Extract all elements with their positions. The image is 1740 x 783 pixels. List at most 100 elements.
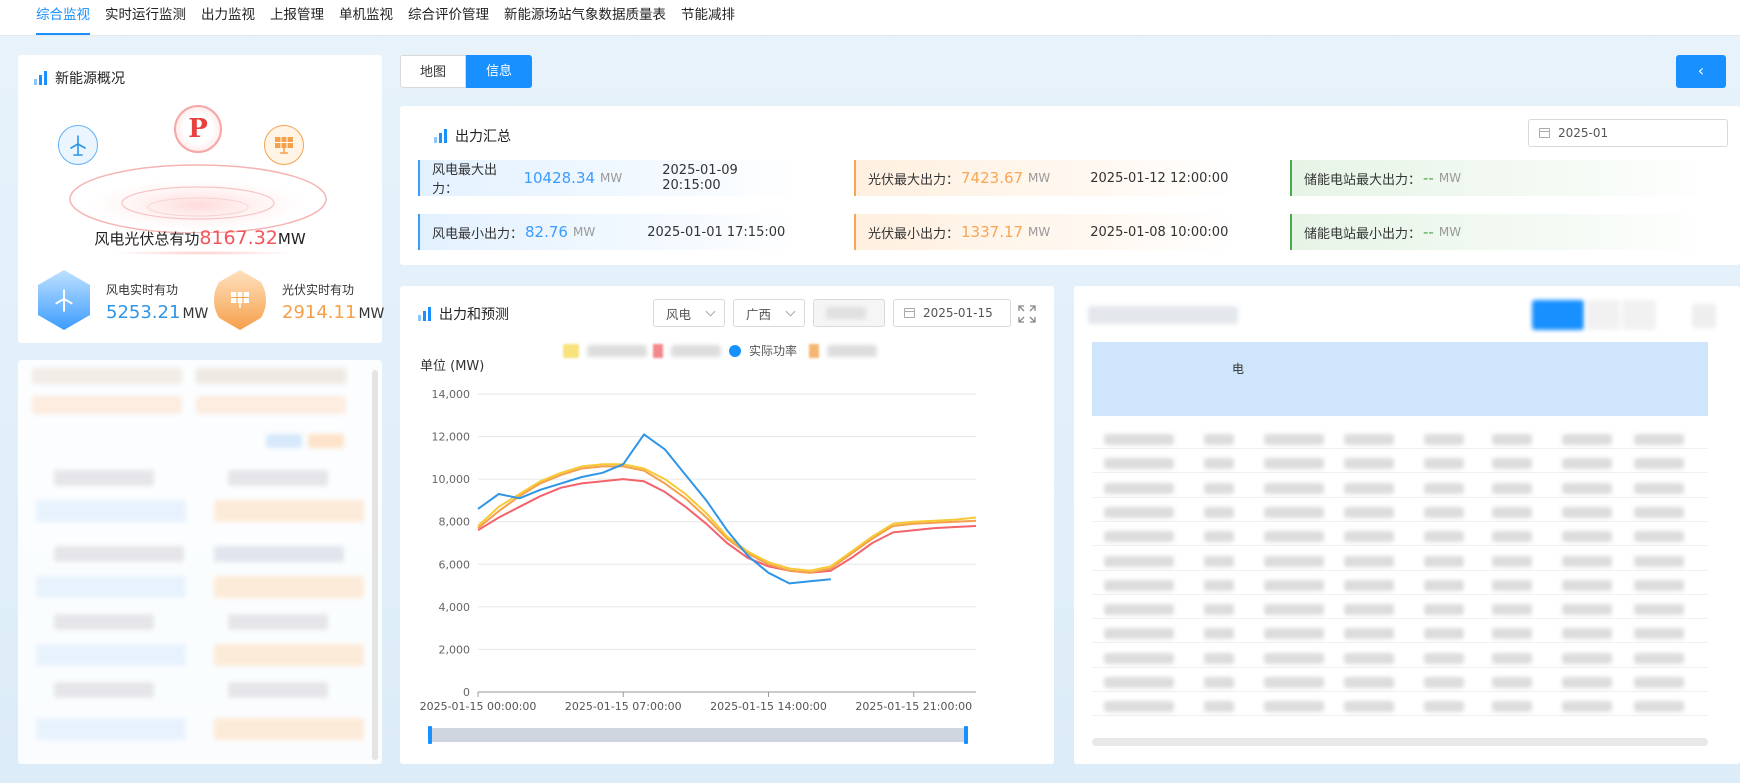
obscured-cell bbox=[1424, 482, 1464, 494]
table-row-divider bbox=[1092, 496, 1708, 498]
solar-panel-icon bbox=[264, 125, 304, 165]
obscured-cell bbox=[1344, 604, 1394, 616]
obscured-cell bbox=[1634, 701, 1684, 713]
table-row-divider bbox=[1092, 520, 1708, 522]
wind-realtime-value: 5253.21 MW bbox=[106, 302, 209, 323]
solar-realtime-value: 2914.11 MW bbox=[282, 302, 385, 323]
obscured-cell bbox=[1344, 677, 1394, 688]
obscured-cell bbox=[1492, 677, 1532, 688]
info-view-button[interactable]: 信息 bbox=[466, 55, 533, 88]
obscured-cell bbox=[1344, 531, 1394, 543]
obscured-cell bbox=[1104, 677, 1174, 688]
table-row-divider bbox=[1092, 715, 1708, 717]
nav-tab-1[interactable]: 实时运行监测 bbox=[105, 6, 186, 35]
nav-tab-4[interactable]: 单机监视 bbox=[339, 6, 393, 35]
obscured-legend bbox=[308, 434, 344, 448]
obscured-cell bbox=[1204, 555, 1234, 567]
table-row-divider bbox=[1092, 448, 1708, 449]
collapse-button[interactable]: ‹ bbox=[1676, 55, 1726, 88]
obscured-stat bbox=[32, 396, 182, 414]
obscured-cell bbox=[1204, 482, 1234, 494]
obscured-cell bbox=[1204, 652, 1234, 664]
obscured-cell bbox=[1492, 701, 1532, 713]
obscured-cell bbox=[1344, 482, 1394, 494]
obscured-cell bbox=[1634, 458, 1684, 470]
month-picker[interactable]: 2025-01 bbox=[1528, 119, 1728, 147]
obscured-stat-bar bbox=[36, 576, 186, 598]
obscured-cell bbox=[1634, 628, 1684, 640]
obscured-cell bbox=[1204, 701, 1234, 713]
obscured-station-name bbox=[54, 682, 154, 698]
obscured-stat bbox=[196, 368, 346, 384]
obscured-cell bbox=[1264, 701, 1324, 713]
obscured-cell bbox=[1344, 458, 1394, 470]
obscured-cell bbox=[1562, 701, 1612, 713]
obscured-cell bbox=[1104, 579, 1174, 591]
obscured-cell bbox=[1344, 506, 1394, 518]
obscured-cell bbox=[1104, 652, 1174, 664]
obscured-cell bbox=[1492, 628, 1532, 640]
obscured-cell bbox=[1634, 579, 1684, 591]
nav-tab-5[interactable]: 综合评价管理 bbox=[408, 6, 489, 35]
obscured-cell bbox=[1264, 652, 1324, 664]
obscured-cell bbox=[1492, 482, 1532, 494]
y-tick-label: 12,000 bbox=[432, 431, 471, 444]
wind-max-output: 风电最大出力： 10428.34 MW 2025-01-09 20:15:00 bbox=[418, 160, 798, 197]
total-underline-glow bbox=[108, 251, 298, 255]
y-tick-label: 10,000 bbox=[432, 473, 471, 486]
x-tick-label: 2025-01-15 00:00:00 bbox=[420, 700, 537, 713]
obscured-cell bbox=[1104, 555, 1174, 567]
obscured-cell bbox=[1344, 628, 1394, 640]
table-row-divider bbox=[1092, 593, 1708, 595]
obscured-cell bbox=[1424, 531, 1464, 543]
solar-realtime-label: 光伏实时有功 bbox=[282, 283, 355, 297]
obscured-stat-bar bbox=[36, 500, 186, 522]
obscured-cell bbox=[1104, 628, 1174, 640]
nav-tab-0[interactable]: 综合监视 bbox=[36, 6, 90, 35]
obscured-cell bbox=[1424, 434, 1464, 445]
obscured-cell bbox=[1104, 506, 1174, 518]
table-row-divider bbox=[1092, 472, 1708, 474]
obscured-cell bbox=[1204, 579, 1234, 591]
wind-min-output: 风电最小出力： 82.76 MW 2025-01-01 17:15:00 bbox=[418, 214, 798, 250]
nav-tab-2[interactable]: 出力监视 bbox=[201, 6, 255, 35]
obscured-stat-bar bbox=[214, 500, 364, 522]
obscured-stat bbox=[32, 368, 182, 384]
obscured-cell bbox=[1424, 701, 1464, 713]
nav-tab-3[interactable]: 上报管理 bbox=[270, 6, 324, 35]
nav-tab-6[interactable]: 新能源场站气象数据质量表 bbox=[504, 6, 666, 35]
obscured-cell bbox=[1634, 531, 1684, 543]
zoom-slider-handle-right bbox=[964, 726, 968, 744]
obscured-cell bbox=[1492, 579, 1532, 591]
output-forecast-chart[interactable]: 单位 (MW) 14,000 12,000 10,000 8,000 6,000 4,000… bbox=[400, 286, 1054, 764]
wind-turbine-icon bbox=[58, 125, 98, 165]
obscured-cell bbox=[1264, 458, 1324, 470]
map-view-button[interactable]: 地图 bbox=[400, 55, 467, 88]
obscured-tab-active[interactable] bbox=[1532, 300, 1584, 330]
obscured-cell bbox=[1104, 531, 1174, 543]
obscured-tab[interactable] bbox=[1586, 300, 1620, 330]
solar-max-output: 光伏最大出力： 7423.67 MW 2025-01-12 12:00:00 bbox=[854, 160, 1234, 196]
obscured-stat bbox=[196, 396, 346, 414]
obscured-cell bbox=[1492, 434, 1532, 445]
horizontal-scrollbar[interactable] bbox=[1092, 738, 1708, 746]
wind-realtime-label: 风电实时有功 bbox=[106, 283, 179, 297]
obscured-tab[interactable] bbox=[1622, 300, 1656, 330]
scrollbar[interactable] bbox=[372, 370, 378, 760]
solar-min-output: 光伏最小出力： 1337.17 MW 2025-01-08 10:00:00 bbox=[854, 214, 1234, 250]
obscured-cell bbox=[1562, 434, 1612, 445]
nav-tab-7[interactable]: 节能减排 bbox=[681, 6, 735, 35]
obscured-cell bbox=[1204, 458, 1234, 470]
total-active-power: 风电光伏总有功8167.32MW bbox=[94, 227, 306, 249]
obscured-cell bbox=[1562, 482, 1612, 494]
obscured-cell bbox=[1344, 434, 1394, 445]
obscured-cell bbox=[1264, 482, 1324, 494]
obscured-cell bbox=[1264, 604, 1324, 616]
obscured-cell bbox=[1492, 531, 1532, 543]
y-tick-label: 0 bbox=[463, 686, 470, 699]
obscured-station-name bbox=[228, 682, 328, 698]
obscured-cell bbox=[1264, 555, 1324, 567]
obscured-cell bbox=[1424, 652, 1464, 664]
obscured-cell bbox=[1344, 701, 1394, 713]
bar-chart-icon bbox=[34, 71, 47, 85]
